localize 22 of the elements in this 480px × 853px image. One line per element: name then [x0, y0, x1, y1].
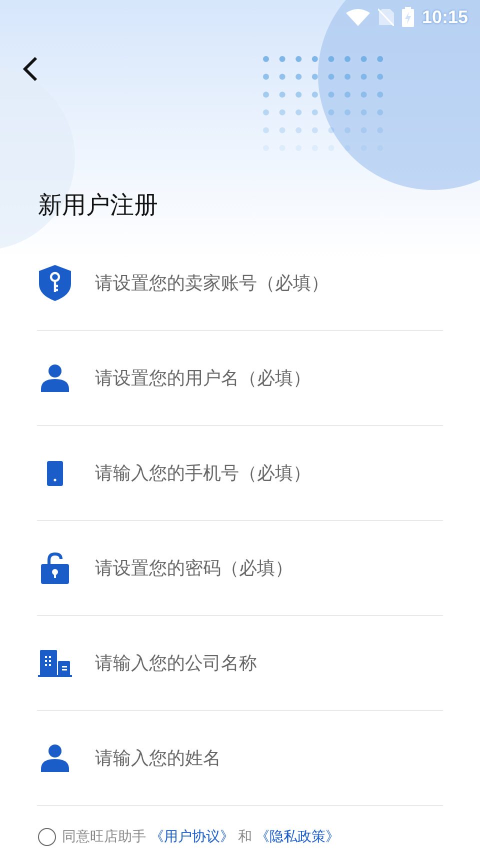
no-sim-icon	[378, 8, 394, 26]
page-title: 新用户注册	[38, 191, 158, 221]
battery-icon	[402, 7, 414, 27]
agreement-text: 同意旺店助手 《用户协议》 和 《隐私政策》	[62, 827, 340, 846]
person-icon	[41, 744, 69, 772]
policy-link[interactable]: 《用户协议》	[150, 828, 234, 844]
input-field[interactable]: 请设置您的密码（必填）	[95, 546, 443, 590]
input-field[interactable]: 请设置您的卖家账号（必填）	[95, 261, 443, 305]
input-field[interactable]: 请输入您的姓名	[95, 736, 443, 780]
lock-icon	[41, 552, 69, 584]
phone-icon	[47, 460, 63, 486]
status-time: 10:15	[422, 6, 468, 28]
input-field[interactable]: 请输入您的公司名称	[95, 641, 443, 685]
wifi-icon	[346, 8, 370, 26]
back-icon	[22, 56, 38, 82]
agree-checkbox[interactable]	[38, 828, 56, 846]
person-icon	[41, 364, 69, 392]
building-icon	[38, 650, 72, 676]
policy-link[interactable]: 《隐私政策》	[256, 828, 340, 844]
input-field[interactable]: 请输入您的手机号（必填）	[95, 451, 443, 495]
shield-key-icon	[37, 264, 73, 302]
input-field[interactable]: 请设置您的用户名（必填）	[95, 356, 443, 400]
